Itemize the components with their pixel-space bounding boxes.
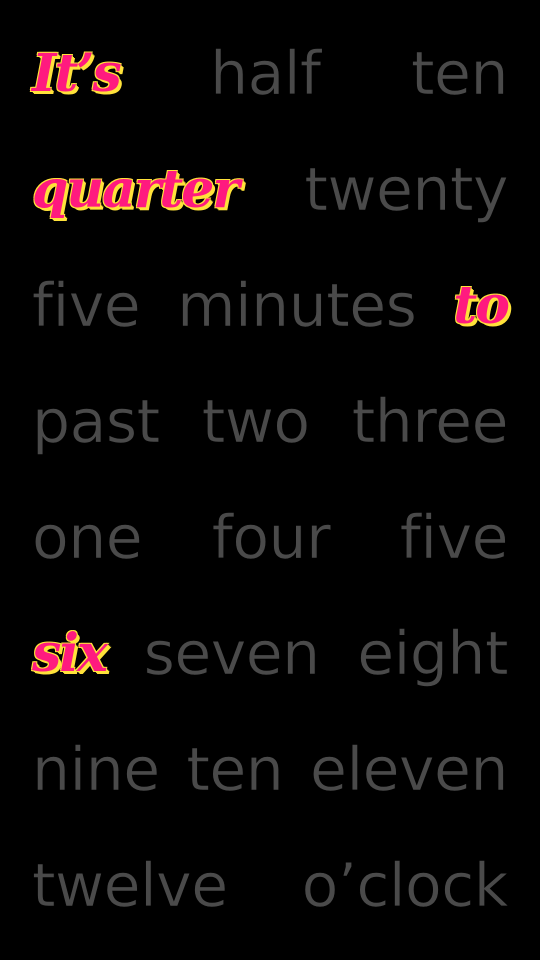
word-ten-minutes: ten	[411, 39, 509, 109]
word-to: to	[453, 275, 510, 336]
word-twenty: twenty	[304, 155, 509, 225]
clock-row-7: nine ten eleven	[32, 712, 509, 828]
word-two: two	[201, 387, 310, 457]
word-five-hour: five	[399, 503, 508, 573]
word-ten-hour: ten	[186, 735, 284, 805]
word-twelve: twelve	[32, 851, 229, 921]
word-minutes: minutes	[177, 271, 417, 341]
word-six: six	[32, 623, 108, 684]
word-half: half	[210, 39, 322, 109]
clock-row-8: twelve o’clock	[32, 828, 509, 944]
word-quarter: quarter	[32, 159, 240, 220]
word-nine: nine	[32, 735, 161, 805]
word-eight: eight	[357, 619, 509, 689]
word-three: three	[351, 387, 508, 457]
word-oclock: o’clock	[301, 851, 508, 921]
word-four: four	[211, 503, 331, 573]
clock-row-5: one four five	[32, 480, 509, 596]
clock-row-4: past two three	[32, 364, 509, 480]
word-past: past	[32, 387, 161, 457]
word-five-minutes: five	[32, 271, 141, 341]
clock-row-2: quarter twenty	[32, 132, 509, 248]
word-seven: seven	[143, 619, 320, 689]
word-one: one	[32, 503, 143, 573]
word-its: It’s	[32, 43, 122, 104]
word-eleven: eleven	[310, 735, 509, 805]
clock-row-6: six seven eight	[32, 596, 509, 712]
clock-row-1: It’s half ten	[32, 16, 509, 132]
clock-row-3: five minutes to	[32, 248, 510, 364]
word-clock: It’s half ten quarter twenty five minute…	[32, 16, 510, 944]
